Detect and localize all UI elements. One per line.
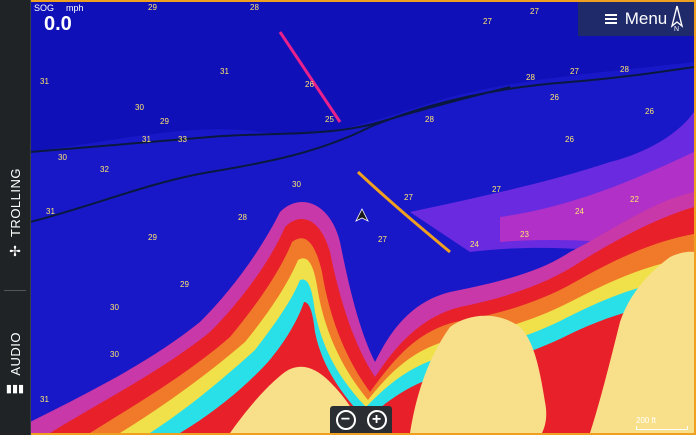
svg-text:25: 25 — [325, 115, 334, 124]
svg-text:24: 24 — [575, 207, 584, 216]
svg-text:29: 29 — [148, 233, 157, 242]
bathymetry-map[interactable]: 29 28 27 27 31 31 26 25 30 29 31 33 30 3… — [30, 2, 694, 433]
scale-bar — [636, 426, 688, 430]
compass-north-icon[interactable]: N — [664, 4, 690, 32]
svg-text:30: 30 — [58, 153, 67, 162]
sidebar-divider — [4, 290, 26, 291]
sog-label: SOG — [34, 3, 55, 13]
svg-text:27: 27 — [570, 67, 579, 76]
svg-text:28: 28 — [526, 73, 535, 82]
svg-text:22: 22 — [630, 195, 639, 204]
minus-icon: − — [340, 410, 351, 428]
svg-text:28: 28 — [238, 213, 247, 222]
svg-text:30: 30 — [110, 303, 119, 312]
svg-text:31: 31 — [40, 395, 49, 404]
menu-label: Menu — [624, 9, 668, 28]
compass-label: N — [674, 26, 679, 32]
audio-label: AUDIO — [7, 332, 23, 376]
svg-text:26: 26 — [645, 107, 654, 116]
svg-text:27: 27 — [530, 7, 539, 16]
hamburger-icon — [604, 12, 617, 26]
svg-text:29: 29 — [180, 280, 189, 289]
svg-text:26: 26 — [550, 93, 559, 102]
svg-text:28: 28 — [425, 115, 434, 124]
svg-text:29: 29 — [160, 117, 169, 126]
equalizer-icon: ▮▮▮ — [5, 383, 25, 395]
zoom-in-button[interactable]: + — [366, 409, 387, 430]
svg-text:28: 28 — [250, 3, 259, 12]
svg-text:31: 31 — [40, 77, 49, 86]
svg-text:30: 30 — [135, 103, 144, 112]
svg-text:27: 27 — [404, 193, 413, 202]
zoom-out-button[interactable]: − — [335, 409, 356, 430]
scale-label: 200 ft — [636, 416, 657, 425]
sog-value: 0.0 — [44, 13, 72, 35]
zoom-controls: − + — [330, 406, 392, 433]
svg-text:31: 31 — [220, 67, 229, 76]
trolling-button[interactable]: TROLLING ✢ — [0, 150, 30, 260]
svg-text:26: 26 — [565, 135, 574, 144]
svg-text:32: 32 — [100, 165, 109, 174]
plus-icon: + — [371, 410, 382, 428]
svg-text:33: 33 — [178, 135, 187, 144]
svg-text:30: 30 — [110, 350, 119, 359]
svg-text:24: 24 — [470, 240, 479, 249]
svg-text:27: 27 — [483, 17, 492, 26]
svg-text:26: 26 — [305, 80, 314, 89]
svg-text:30: 30 — [292, 180, 301, 189]
svg-text:27: 27 — [378, 235, 387, 244]
sog-unit: mph — [66, 3, 84, 13]
propeller-icon: ✢ — [9, 243, 21, 259]
svg-text:27: 27 — [492, 185, 501, 194]
svg-text:31: 31 — [46, 207, 55, 216]
sidebar: TROLLING ✢ AUDIO ▮▮▮ — [0, 0, 31, 435]
trolling-label: TROLLING — [7, 167, 23, 237]
svg-text:31: 31 — [142, 135, 151, 144]
svg-text:29: 29 — [148, 3, 157, 12]
audio-button[interactable]: AUDIO ▮▮▮ — [0, 300, 30, 395]
svg-text:23: 23 — [520, 230, 529, 239]
svg-text:28: 28 — [620, 65, 629, 74]
